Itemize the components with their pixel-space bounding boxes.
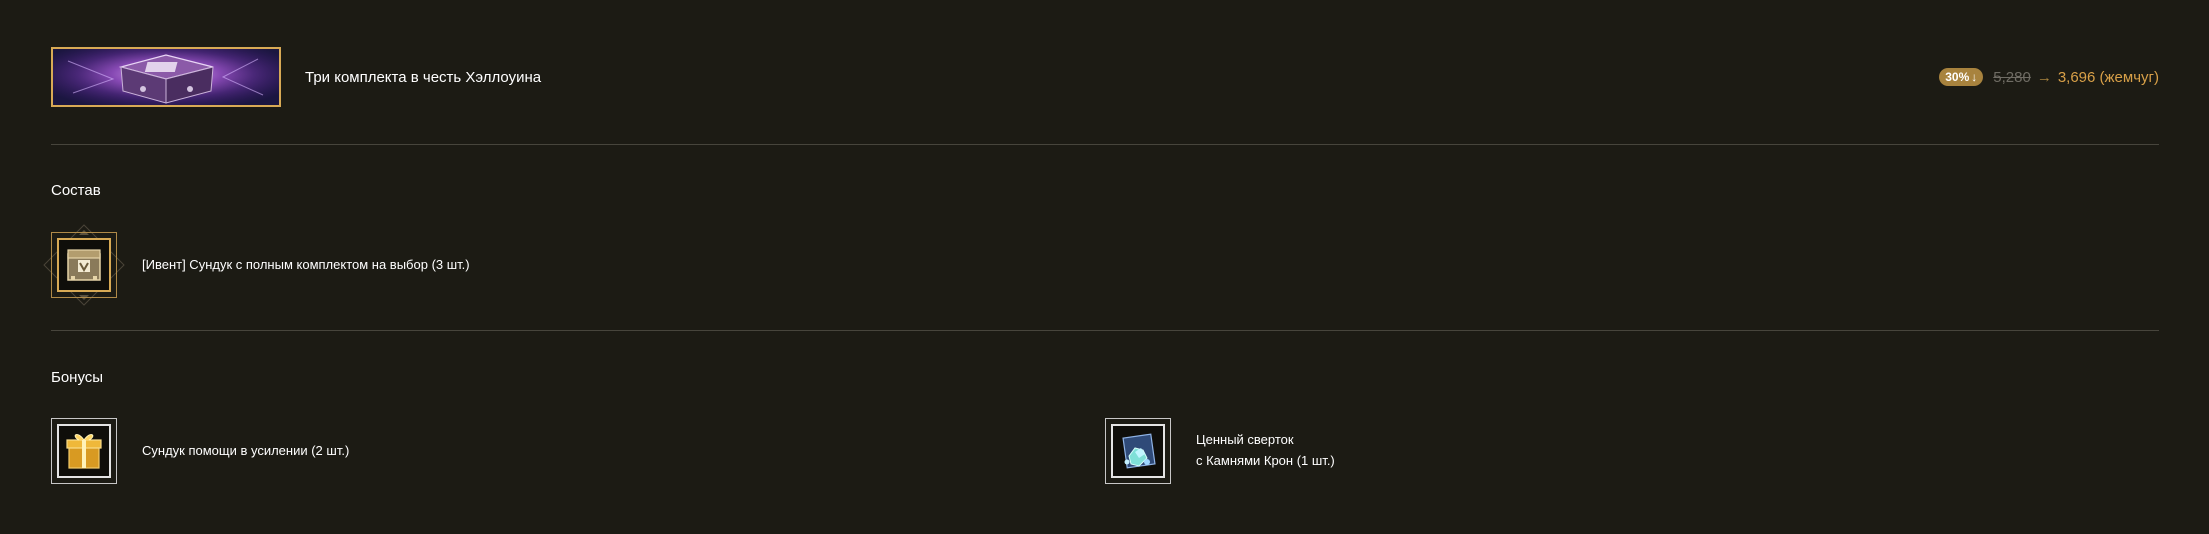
down-arrow-icon: ↓ xyxy=(1971,70,1978,84)
composition-heading: Состав xyxy=(51,182,101,199)
item-icon-frame xyxy=(51,232,117,298)
right-arrow-icon: → xyxy=(2036,68,2052,86)
bonus-item[interactable]: Сундук помощи в усилении (2 шт.) xyxy=(51,418,551,484)
discount-badge: 30% ↓ xyxy=(1939,68,1984,86)
price-block: 30% ↓ 5,280 → 3,696 (жемчуг) xyxy=(1939,68,2159,86)
item-label-line2: с Камнями Крон (1 шт.) xyxy=(1196,453,1335,468)
item-label: [Ивент] Сундук с полным комплектом на вы… xyxy=(142,257,470,272)
bonuses-heading: Бонусы xyxy=(51,369,104,386)
product-row: Три комплекта в честь Хэллоуина 30% ↓ 5,… xyxy=(51,47,2159,112)
item-label: Ценный сверток с Камнями Крон (1 шт.) xyxy=(1196,429,1335,471)
item-icon-frame xyxy=(1105,418,1171,484)
product-title: Три комплекта в честь Хэллоуина xyxy=(305,69,542,86)
bonus-item[interactable]: Ценный сверток с Камнями Крон (1 шт.) xyxy=(1105,418,1605,484)
discount-percent: 30% xyxy=(1945,70,1970,84)
composition-item[interactable]: [Ивент] Сундук с полным комплектом на вы… xyxy=(43,224,651,306)
divider xyxy=(51,330,2159,331)
divider xyxy=(51,144,2159,145)
new-price: 3,696 (жемчуг) xyxy=(2057,68,2159,86)
gift-box-icon xyxy=(66,434,102,469)
product-banner-image xyxy=(51,47,281,107)
item-icon-frame xyxy=(51,418,117,484)
old-price: 5,280 xyxy=(1993,68,2031,86)
chest-icon xyxy=(67,249,101,281)
item-label-line1: Ценный сверток xyxy=(1196,432,1294,447)
gem-pouch-icon xyxy=(1122,433,1156,469)
item-label: Сундук помощи в усилении (2 шт.) xyxy=(142,443,350,458)
chest-banner-icon xyxy=(53,49,279,105)
